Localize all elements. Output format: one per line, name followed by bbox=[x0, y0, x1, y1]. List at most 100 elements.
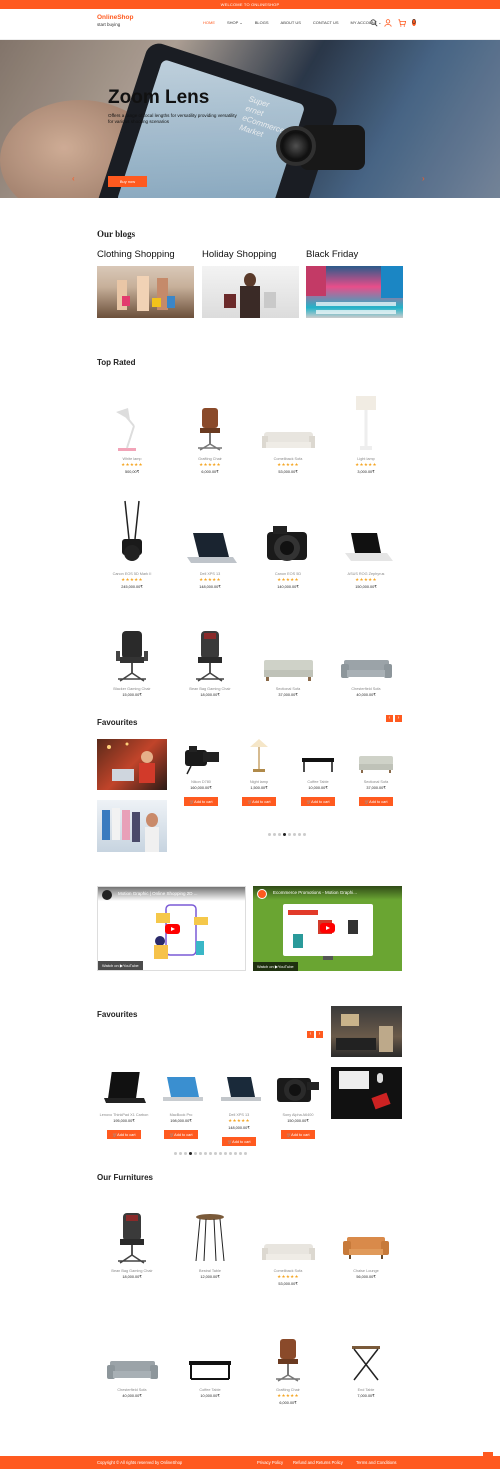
top-rated-product-9[interactable]: Blacker Gaming Chair 15,000.00₹ bbox=[102, 614, 162, 697]
nav-home[interactable]: HOME bbox=[203, 20, 215, 25]
search-icon[interactable] bbox=[370, 19, 378, 30]
furniture-product-8[interactable]: End Table 7,000.00₹ bbox=[336, 1319, 396, 1398]
product-image[interactable] bbox=[102, 499, 162, 569]
watch-on-youtube-2[interactable]: Watch on ▶YouTube bbox=[253, 962, 298, 971]
video-embed-2[interactable]: Ecommerce Promotions - Motion Graphi... … bbox=[253, 886, 402, 971]
product-name[interactable]: MacBook Pro bbox=[151, 1113, 211, 1117]
product-name[interactable]: Sectional Sofa bbox=[346, 780, 406, 784]
product-image[interactable] bbox=[180, 384, 240, 454]
product-name[interactable]: Night lamp bbox=[229, 780, 289, 784]
add-to-cart-button[interactable]: 🛒Add to cart bbox=[107, 1130, 141, 1139]
top-rated-product-11[interactable]: Sectional Sofa 37,000.00₹ bbox=[258, 614, 318, 697]
product-image[interactable] bbox=[268, 1058, 328, 1110]
product-name[interactable]: Light lamp bbox=[336, 457, 396, 461]
hero-next-arrow-icon[interactable]: › bbox=[422, 174, 425, 183]
product-name[interactable]: Comeliback Sofa bbox=[258, 1269, 318, 1273]
product-name[interactable]: Nikon D780 bbox=[171, 780, 231, 784]
furniture-product-6[interactable]: Coffee Table 10,000.00₹ bbox=[180, 1319, 240, 1398]
nav-shop[interactable]: SHOP ⌄ bbox=[227, 20, 243, 25]
blog-title-clothing[interactable]: Clothing Shopping bbox=[97, 249, 175, 260]
add-to-cart-button[interactable]: 🛒Add to cart bbox=[281, 1130, 315, 1139]
favourites-promo-image-1[interactable] bbox=[97, 739, 167, 790]
product-name[interactable]: Lenovo ThinkPad X1 Carbon bbox=[94, 1113, 154, 1117]
favourites1-product-1[interactable]: Nikon D780 160,000.00₹ 🛒Add to cart bbox=[171, 737, 231, 808]
favourites2-product-4[interactable]: Sony Alpha A6400 150,000.00₹ 🛒Add to cart bbox=[268, 1058, 328, 1141]
product-name[interactable]: ASUS ROG Zephyrus bbox=[336, 572, 396, 576]
product-image[interactable] bbox=[336, 1200, 396, 1266]
favourites2-pagination[interactable] bbox=[174, 1152, 247, 1155]
product-name[interactable]: Canon EOS 5D Mark II bbox=[102, 572, 162, 576]
product-image[interactable] bbox=[102, 1200, 162, 1266]
favourites2-product-1[interactable]: Lenovo ThinkPad X1 Carbon 195,000.00₹ 🛒Add… bbox=[94, 1058, 154, 1141]
product-image[interactable] bbox=[288, 737, 348, 777]
video-embed-1[interactable]: Motion Graphic | Online Shopping 2D ... … bbox=[97, 886, 246, 971]
product-image[interactable] bbox=[180, 614, 240, 684]
favourites1-next-button[interactable]: › bbox=[395, 715, 402, 722]
furniture-product-4[interactable]: Chaise Lounge 56,000.00₹ bbox=[336, 1200, 396, 1279]
furniture-product-5[interactable]: Chesterfield Sofa 40,000.00₹ bbox=[102, 1319, 162, 1398]
product-name[interactable]: Canon EOS 5D bbox=[258, 572, 318, 576]
nav-contact-us[interactable]: CONTACT US bbox=[313, 20, 339, 25]
top-rated-product-8[interactable]: ASUS ROG Zephyrus ★★★★★ 150,000.00₹ bbox=[336, 499, 396, 589]
product-name[interactable]: Bean Bag Gaming Chair bbox=[102, 1269, 162, 1273]
product-image[interactable] bbox=[336, 384, 396, 454]
product-image[interactable] bbox=[336, 499, 396, 569]
product-name[interactable]: End Table bbox=[336, 1388, 396, 1392]
furniture-product-7[interactable]: Grafting Chair ★★★★★ 6,000.00₹ bbox=[258, 1319, 318, 1405]
top-rated-product-5[interactable]: Canon EOS 5D Mark II ★★★★★ 245,000.00₹ bbox=[102, 499, 162, 589]
favourites2-product-3[interactable]: Dell XPS 13 ★★★★★ 148,000.00₹ 🛒Add to cart bbox=[209, 1058, 269, 1148]
product-image[interactable] bbox=[258, 614, 318, 684]
product-name[interactable]: Sectional Sofa bbox=[258, 687, 318, 691]
product-image[interactable] bbox=[209, 1058, 269, 1110]
product-image[interactable] bbox=[258, 1200, 318, 1266]
blog-image-black-friday[interactable] bbox=[306, 266, 403, 318]
play-button-icon[interactable] bbox=[320, 923, 335, 933]
product-image[interactable] bbox=[102, 1319, 162, 1385]
footer-privacy-link[interactable]: Privacy Policy bbox=[257, 1456, 283, 1469]
buy-now-button[interactable]: Buy now bbox=[108, 176, 147, 187]
footer-terms-link[interactable]: Terms and Conditions bbox=[356, 1456, 397, 1469]
product-name[interactable]: Coffee Table bbox=[180, 1388, 240, 1392]
blog-title-holiday[interactable]: Holiday Shopping bbox=[202, 249, 276, 260]
product-image[interactable] bbox=[229, 737, 289, 777]
add-to-cart-button[interactable]: 🛒Add to cart bbox=[184, 797, 218, 806]
video-title-2[interactable]: Ecommerce Promotions - Motion Graphi... bbox=[273, 890, 357, 895]
product-image[interactable] bbox=[258, 1319, 318, 1385]
product-name[interactable]: Blacker Gaming Chair bbox=[102, 687, 162, 691]
blog-title-black-friday[interactable]: Black Friday bbox=[306, 249, 358, 260]
watch-on-youtube-1[interactable]: Watch on ▶YouTube bbox=[98, 961, 143, 970]
favourites1-pagination[interactable] bbox=[268, 833, 306, 836]
top-rated-product-10[interactable]: Bean Bag Gaming Chair 18,000.00₹ bbox=[180, 614, 240, 697]
furniture-product-3[interactable]: Comeliback Sofa ★★★★★ 53,000.00₹ bbox=[258, 1200, 318, 1286]
nav-blogs[interactable]: BLOGS bbox=[255, 20, 269, 25]
favourites1-product-4[interactable]: Sectional Sofa 37,000.00₹ 🛒Add to cart bbox=[346, 737, 406, 808]
favourites2-prev-button[interactable]: ‹ bbox=[307, 1031, 314, 1038]
top-rated-product-2[interactable]: Grafting Chair ★★★★★ 6,000.00₹ bbox=[180, 384, 240, 474]
add-to-cart-button[interactable]: 🛒Add to cart bbox=[164, 1130, 198, 1139]
top-rated-product-12[interactable]: Chesterfield Sofa 40,000.00₹ bbox=[336, 614, 396, 697]
nav-about-us[interactable]: ABOUT US bbox=[281, 20, 301, 25]
product-image[interactable] bbox=[102, 384, 162, 454]
add-to-cart-button[interactable]: 🛒Add to cart bbox=[301, 797, 335, 806]
product-image[interactable] bbox=[180, 499, 240, 569]
product-image[interactable] bbox=[94, 1058, 154, 1110]
product-image[interactable] bbox=[336, 1319, 396, 1385]
product-name[interactable]: Grafting Chair bbox=[180, 457, 240, 461]
favourites1-product-3[interactable]: Coffee Table 10,000.00₹ 🛒Add to cart bbox=[288, 737, 348, 808]
product-name[interactable]: Sony Alpha A6400 bbox=[268, 1113, 328, 1117]
product-name[interactable]: Bestral Table bbox=[180, 1269, 240, 1273]
product-image[interactable] bbox=[180, 1200, 240, 1266]
add-to-cart-button[interactable]: 🛒Add to cart bbox=[222, 1137, 256, 1146]
furniture-product-2[interactable]: Bestral Table 12,000.00₹ bbox=[180, 1200, 240, 1279]
product-name[interactable]: Dell XPS 13 bbox=[180, 572, 240, 576]
top-rated-product-1[interactable]: White lamp ★★★★★ 500,00₹ bbox=[102, 384, 162, 474]
product-image[interactable] bbox=[258, 384, 318, 454]
favourites1-product-2[interactable]: Night lamp 1,500.00₹ 🛒Add to cart bbox=[229, 737, 289, 808]
product-image[interactable] bbox=[151, 1058, 211, 1110]
video-title-1[interactable]: Motion Graphic | Online Shopping 2D ... bbox=[118, 891, 197, 896]
footer-refund-link[interactable]: Refund and Returns Policy bbox=[293, 1456, 343, 1469]
product-name[interactable]: Chesterfield Sofa bbox=[336, 687, 396, 691]
add-to-cart-button[interactable]: 🛒Add to cart bbox=[242, 797, 276, 806]
add-to-cart-button[interactable]: 🛒Add to cart bbox=[359, 797, 393, 806]
favourites2-product-2[interactable]: MacBook Pro 198,000.00₹ 🛒Add to cart bbox=[151, 1058, 211, 1141]
